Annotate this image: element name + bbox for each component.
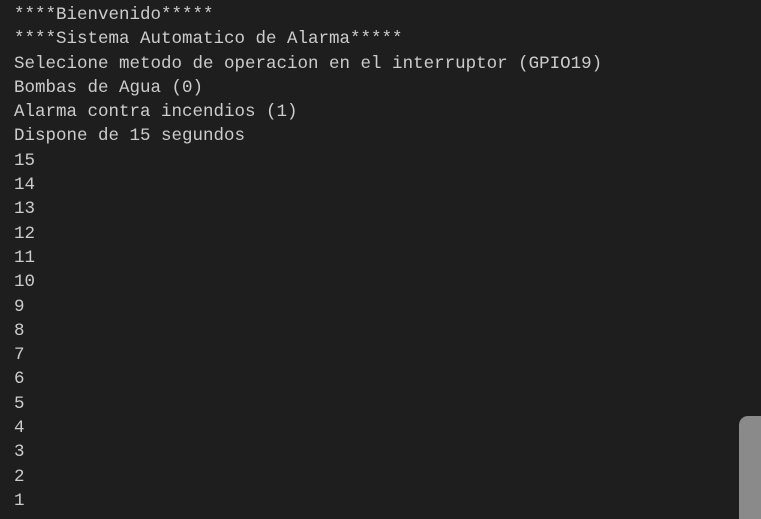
output-line: 7 [14, 345, 25, 366]
output-line: 11 [14, 247, 36, 268]
output-line: 5 [14, 393, 25, 414]
output-line: Dispone de 15 segundos [14, 126, 246, 147]
output-line: 12 [14, 223, 36, 244]
output-line: Selecione metodo de operacion en el inte… [14, 53, 603, 74]
output-line: 2 [14, 466, 25, 487]
output-line: 3 [14, 442, 25, 463]
vertical-scrollbar[interactable] [739, 0, 761, 519]
output-line: 14 [14, 175, 36, 196]
output-line: ****Sistema Automatico de Alarma***** [14, 29, 403, 50]
scrollbar-thumb[interactable] [739, 416, 761, 519]
output-line: 1 [14, 490, 25, 511]
output-line: 9 [14, 296, 25, 317]
output-line: 10 [14, 272, 36, 293]
output-line: Bombas de Agua (0) [14, 77, 204, 98]
output-line: Alarma contra incendios (1) [14, 102, 298, 123]
output-line: 15 [14, 150, 36, 171]
output-line: 6 [14, 369, 25, 390]
output-line: 4 [14, 418, 25, 439]
terminal-output: ****Bienvenido***** ****Sistema Automati… [14, 3, 735, 513]
terminal-output-panel[interactable]: ****Bienvenido***** ****Sistema Automati… [0, 0, 761, 519]
output-line: 8 [14, 320, 25, 341]
output-line: 13 [14, 199, 36, 220]
output-line: ****Bienvenido***** [14, 5, 214, 25]
